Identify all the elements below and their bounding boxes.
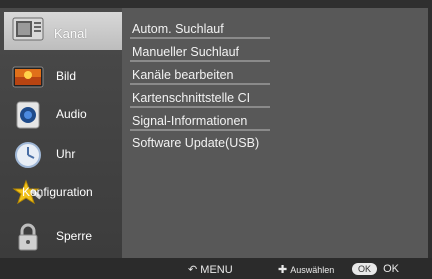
tv-channel-icon [12,17,44,41]
menu-item-label: Kartenschnittstelle CI [132,91,251,105]
sidebar-item-label: Sperre [56,229,93,243]
sidebar-item-konfiguration[interactable]: Konfiguration [4,174,122,212]
tv-menu-screen: Kanal Bild Audio Uhr Konfiguration Sperr… [0,0,432,279]
clock-icon [15,142,41,168]
ok-hint-label: OK [383,263,399,275]
divider [130,60,270,62]
divider [130,129,270,131]
cross-arrows-icon: ✚ [278,264,288,276]
divider [130,106,270,108]
sidebar-item-label: Kanal [54,26,88,41]
menu-hint-label: MENU [200,264,233,276]
menu-item-manueller-suchlauf[interactable]: Manueller Suchlauf [130,45,270,62]
divider [130,83,270,85]
select-hint: ✚ Auswählen [278,263,334,276]
sidebar-item-audio[interactable]: Audio [4,96,122,134]
select-hint-label: Auswählen [290,265,335,275]
menu-item-label: Kanäle bearbeiten [132,68,234,82]
sidebar-item-label: Bild [56,69,77,83]
menu-item-label: Software Update(USB) [132,136,260,150]
menu-item-kanaele-bearbeiten[interactable]: Kanäle bearbeiten [130,68,270,85]
divider [130,37,270,39]
sidebar-item-kanal[interactable]: Kanal [4,12,124,50]
ok-pill: OK [352,263,378,275]
sidebar-item-label: Uhr [56,147,76,161]
sidebar-item-sperre[interactable]: Sperre [4,218,122,256]
menu-item-software-update[interactable]: Software Update(USB) [132,136,259,150]
menu-item-label: Manueller Suchlauf [132,45,240,59]
ok-hint: OK OK [352,263,399,275]
back-arrow-icon: ↶ [188,264,198,276]
sidebar-item-bild[interactable]: Bild [4,58,122,96]
sidebar-item-uhr[interactable]: Uhr [4,136,122,174]
sidebar-item-label: Audio [56,107,87,121]
menu-item-autom-suchlauf[interactable]: Autom. Suchlauf [130,22,270,39]
menu-item-label: Signal-Informationen [132,114,248,128]
speaker-icon [16,101,40,129]
lock-icon [18,223,38,251]
footer-hints: ↶ MENU ✚ Auswählen OK OK [0,258,432,279]
sidebar-item-label: Konfiguration [22,185,93,199]
menu-item-label: Autom. Suchlauf [132,22,224,36]
menu-item-signal-informationen[interactable]: Signal-Informationen [130,114,270,131]
menu-hint: ↶ MENU [188,263,233,276]
picture-icon [12,66,44,88]
menu-panel: Autom. Suchlauf Manueller Suchlauf Kanäl… [122,8,428,258]
menu-item-kartenschnittstelle-ci[interactable]: Kartenschnittstelle CI [130,91,270,108]
sidebar: Kanal Bild Audio Uhr Konfiguration Sperr… [0,8,124,258]
